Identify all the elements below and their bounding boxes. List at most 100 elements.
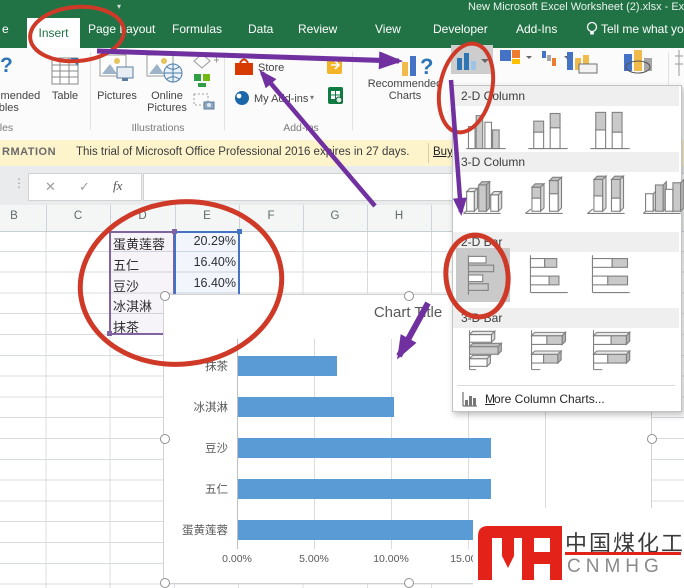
formula-buttons-box: ✕ ✓ fx <box>28 173 142 201</box>
tell-me-lightbulb-icon <box>586 21 598 37</box>
tab-page-layout[interactable]: Page Layout <box>88 22 155 36</box>
chart-category-label: 蛋黄莲蓉 <box>166 522 228 538</box>
tab-review[interactable]: Review <box>298 22 337 36</box>
my-addins-caret-icon[interactable]: ▾ <box>310 93 314 102</box>
tab-insert[interactable]: Insert <box>27 18 80 48</box>
section-2d-column: 2-D Column <box>453 86 679 106</box>
title-bar: ▾ New Microsoft Excel Worksheet (2).xlsx… <box>0 0 684 14</box>
more-charts-icon <box>461 391 479 407</box>
pictures-icon <box>99 54 135 86</box>
shapes-smartart-screenshot-icons[interactable] <box>192 52 220 114</box>
chart-axis-tick-label: 10.00% <box>363 553 419 565</box>
table-button[interactable]: Table <box>42 90 88 102</box>
thumb-2d-clustered-column[interactable] <box>463 108 509 154</box>
pictures-button[interactable]: Pictures <box>94 90 140 102</box>
thumb-3d-stacked-column[interactable] <box>521 174 567 220</box>
tab-view[interactable]: View <box>375 22 401 36</box>
combo-chart-icon[interactable] <box>566 48 606 74</box>
formula-bar-grip[interactable]: ⋮ <box>13 176 25 190</box>
watermark: 中国煤化工 CNMHG <box>473 508 684 588</box>
chart-type-dropdown: 2-D Column 3-D Column <box>452 85 682 412</box>
hierarchy-chart-icon[interactable] <box>499 48 539 72</box>
thumb-3d-clustered-bar[interactable] <box>463 328 509 374</box>
chart-resize-handle[interactable] <box>647 434 657 444</box>
column-header[interactable]: D <box>110 210 175 222</box>
more-column-charts-item[interactable]: M ore Column Charts... <box>453 388 679 410</box>
chart-bar[interactable] <box>238 356 337 376</box>
range-handle[interactable] <box>237 229 242 234</box>
cnmhg-logo-icon <box>476 518 564 584</box>
chart-axis-tick-label: 5.00% <box>286 553 342 565</box>
quick-access-caret-icon[interactable]: ▾ <box>117 2 121 11</box>
watermark-underline <box>565 552 681 555</box>
thumb-2d-100-stacked-bar[interactable] <box>587 252 633 298</box>
notification-message: This trial of Microsoft Office Professio… <box>76 146 409 158</box>
chart-category-label: 冰淇淋 <box>166 399 228 415</box>
chart-axis-tick-label: 0.00% <box>209 553 265 565</box>
store-icon <box>234 58 254 76</box>
my-addins-button[interactable]: My Add-ins <box>254 93 308 105</box>
range-handle[interactable] <box>107 331 112 336</box>
thumb-2d-100-stacked-column[interactable] <box>587 108 633 154</box>
tables-group-label: Tables <box>0 122 38 134</box>
window-title: New Microsoft Excel Worksheet (2).xlsx -… <box>468 1 684 13</box>
recommended-tables-icon[interactable]: ? <box>0 54 13 78</box>
chart-resize-handle[interactable] <box>160 578 170 588</box>
tab-addins[interactable]: Add-Ins <box>516 22 557 36</box>
chart-category-label: 豆沙 <box>166 440 228 456</box>
column-header[interactable]: E <box>175 210 239 222</box>
chart-category-label: 抹茶 <box>166 358 228 374</box>
section-3d-column: 3-D Column <box>453 152 679 172</box>
svg-text:?: ? <box>420 54 433 78</box>
chart-resize-handle[interactable] <box>160 434 170 444</box>
tab-home-partial[interactable]: e <box>2 22 9 36</box>
recommended-tables-button[interactable]: Recommended Tables <box>0 90 42 114</box>
column-header[interactable]: G <box>303 210 367 222</box>
chart-resize-handle[interactable] <box>160 291 170 301</box>
recommended-charts-button[interactable]: Recommended <box>368 78 443 90</box>
notification-prefix: RMATION <box>2 146 56 158</box>
chart-category-label: 五仁 <box>166 481 228 497</box>
illustrations-group-label: Illustrations <box>118 122 198 134</box>
insert-function-icon[interactable]: fx <box>113 178 122 194</box>
tab-formulas[interactable]: Formulas <box>172 22 222 36</box>
yellow-addin-icon[interactable] <box>326 56 344 76</box>
pivotchart-icon[interactable] <box>622 48 666 74</box>
online-pictures-button[interactable]: Online <box>151 90 183 102</box>
chart-bar[interactable] <box>238 438 491 458</box>
thumb-2d-stacked-bar[interactable] <box>525 252 571 298</box>
tab-tell-me[interactable]: Tell me what yo <box>601 22 684 36</box>
chart-resize-handle[interactable] <box>404 291 414 301</box>
addins-group-label: Add-ins <box>256 122 346 134</box>
chart-resize-handle[interactable] <box>404 578 414 588</box>
green-addin-icon[interactable] <box>327 86 345 106</box>
thumb-3d-stacked-bar[interactable] <box>525 328 571 374</box>
ribbon-tab-row: e Insert Page Layout Formulas Data Revie… <box>0 14 684 48</box>
thumb-2d-clustered-bar[interactable] <box>463 252 509 298</box>
tab-developer[interactable]: Developer <box>433 22 488 36</box>
thumb-3d-100-stacked-bar[interactable] <box>587 328 633 374</box>
section-3d-bar: 3-D Bar <box>453 308 679 328</box>
my-addins-icon <box>234 90 250 106</box>
range-handle[interactable] <box>172 229 177 234</box>
column-header[interactable]: C <box>46 210 110 222</box>
column-chart-icon <box>456 49 490 71</box>
recommended-charts-icon: ? <box>400 50 440 78</box>
thumb-3d-column[interactable] <box>639 174 684 220</box>
thumb-3d-100-stacked-column[interactable] <box>583 174 629 220</box>
tab-data[interactable]: Data <box>248 22 273 36</box>
excel-window: { "window": { "title": "New Microsoft Ex… <box>0 0 684 588</box>
enter-icon[interactable]: ✓ <box>79 179 90 195</box>
cancel-icon[interactable]: ✕ <box>45 179 56 195</box>
column-header[interactable]: H <box>367 210 431 222</box>
column-header[interactable]: F <box>239 210 303 222</box>
chart-bar[interactable] <box>238 479 491 499</box>
chart-bar[interactable] <box>238 397 394 417</box>
online-pictures-icon <box>146 54 184 86</box>
table-icon <box>50 54 80 88</box>
thumb-2d-stacked-column[interactable] <box>525 108 571 154</box>
column-header[interactable]: B <box>0 210 46 222</box>
store-button[interactable]: Store <box>258 62 284 74</box>
thumb-3d-clustered-column[interactable] <box>459 174 505 220</box>
sparkline-partial-icon[interactable] <box>674 48 684 78</box>
